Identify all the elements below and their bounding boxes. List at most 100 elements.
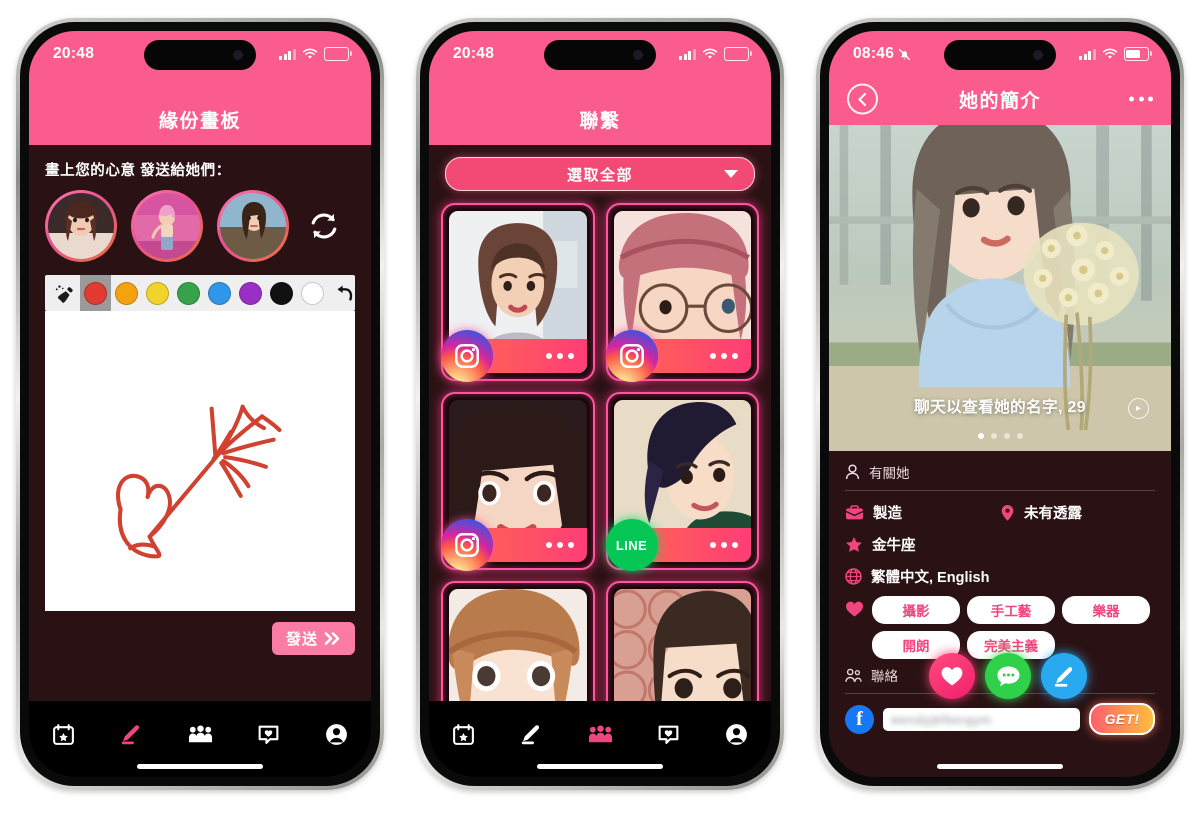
- pen-icon: [1054, 666, 1072, 687]
- status-time-label: 08:46: [853, 45, 895, 62]
- refresh-icon[interactable]: [307, 209, 341, 243]
- dot-2: [990, 433, 997, 439]
- instagram-badge[interactable]: [441, 519, 493, 571]
- ellipsis-icon[interactable]: [545, 542, 574, 548]
- facts-row-3: 繁體中文, English: [845, 555, 1155, 587]
- swatch-black: [270, 281, 293, 305]
- send-button[interactable]: 發送: [271, 622, 355, 655]
- ellipsis-icon[interactable]: [710, 542, 738, 548]
- people-icon: [188, 724, 212, 742]
- fact-location: 未有透露: [1000, 502, 1082, 523]
- color-swatch-orange[interactable]: [111, 275, 142, 311]
- people-icon: [588, 724, 612, 742]
- swatch-orange: [115, 281, 138, 305]
- interest-tag[interactable]: 樂器: [1062, 596, 1150, 624]
- location-pin-icon: [1001, 504, 1014, 521]
- color-swatch-blue[interactable]: [204, 275, 235, 311]
- undo-tool[interactable]: [328, 275, 359, 311]
- tab-calendar[interactable]: [29, 717, 97, 751]
- person-circle-icon: [326, 723, 348, 745]
- tab-draw[interactable]: [497, 717, 565, 751]
- color-swatch-green[interactable]: [173, 275, 204, 311]
- tab-people[interactable]: [566, 717, 634, 751]
- line-badge-label: LINE: [615, 537, 648, 553]
- back-button[interactable]: [847, 83, 878, 115]
- signal-icon: [679, 48, 696, 60]
- avatar-2[interactable]: [131, 190, 203, 262]
- page-title: 緣份畫板: [158, 111, 241, 132]
- swatch-purple: [239, 281, 262, 305]
- page-title: 聯繫: [579, 111, 621, 132]
- contact-card[interactable]: [605, 203, 759, 382]
- dynamic-island: [144, 40, 256, 70]
- interest-tag[interactable]: 手工藝: [967, 596, 1055, 624]
- color-swatch-red[interactable]: [80, 275, 111, 311]
- facebook-icon[interactable]: f: [845, 704, 874, 734]
- color-palette-toolbar[interactable]: [45, 275, 355, 311]
- battery-icon: [724, 47, 752, 61]
- double-chevron-right-icon: [324, 632, 340, 645]
- battery-icon: [324, 47, 352, 61]
- line-badge[interactable]: LINE: [605, 519, 658, 571]
- ellipsis-icon[interactable]: [1129, 96, 1153, 102]
- tab-draw[interactable]: [97, 717, 165, 751]
- drawing-canvas[interactable]: [45, 311, 355, 611]
- tab-likes[interactable]: [634, 717, 702, 751]
- photo-pagination-dots[interactable]: [829, 433, 1171, 439]
- ellipsis-icon[interactable]: [545, 353, 574, 359]
- ellipsis-icon[interactable]: [710, 353, 738, 359]
- contact-card[interactable]: [441, 392, 595, 571]
- contact-card[interactable]: [441, 203, 595, 382]
- select-all-dropdown[interactable]: 選取全部: [445, 157, 755, 191]
- facebook-handle-field[interactable]: wendyjkfbergym: [883, 707, 1080, 731]
- tab-calendar[interactable]: [429, 717, 497, 751]
- tab-profile[interactable]: [303, 717, 371, 751]
- facts-row-2: 金牛座: [845, 523, 1155, 555]
- color-swatch-yellow[interactable]: [142, 275, 173, 311]
- interest-tag[interactable]: 攝影: [872, 596, 960, 624]
- briefcase-icon: [845, 504, 864, 519]
- get-button-label: GET!: [1104, 711, 1140, 727]
- facebook-handle-value: wendyjkfbergym: [891, 712, 992, 727]
- like-button[interactable]: [929, 653, 975, 699]
- tab-likes[interactable]: [234, 717, 302, 751]
- bell-muted-icon: [898, 48, 911, 60]
- tab-profile[interactable]: [703, 717, 771, 751]
- status-time: 20:48: [453, 45, 495, 62]
- dynamic-island: [544, 40, 656, 70]
- calendar-star-icon: [452, 723, 474, 745]
- message-button[interactable]: [985, 653, 1031, 699]
- contact-label: 聯絡: [871, 669, 898, 684]
- tab-people[interactable]: [166, 717, 234, 751]
- instagram-badge[interactable]: [441, 330, 493, 382]
- contact-card[interactable]: LINE: [605, 392, 759, 571]
- facebook-row: f wendyjkfbergym GET!: [845, 694, 1155, 735]
- heart-message-icon: [658, 725, 679, 744]
- home-indicator: [937, 764, 1063, 769]
- wifi-icon: [302, 48, 318, 59]
- swatch-blue: [208, 281, 231, 305]
- fact-language-label: 繁體中文, English: [871, 570, 990, 586]
- profile-hero-photo[interactable]: 聊天以查看她的名字, 29 ▸: [829, 125, 1171, 451]
- instagram-badge[interactable]: [605, 330, 658, 382]
- phone-1-screen: 20:48 緣份畫板 畫上您的心意 發送給她們： 發送: [29, 31, 371, 777]
- instagram-icon: [455, 344, 479, 368]
- undo-icon: [337, 285, 352, 301]
- profile-name-line: 聊天以查看她的名字, 29: [914, 399, 1086, 416]
- color-swatch-white[interactable]: [297, 275, 328, 311]
- avatar-3[interactable]: [217, 190, 289, 262]
- draw-button[interactable]: [1041, 653, 1087, 699]
- info-circle-icon[interactable]: ▸: [1128, 398, 1149, 419]
- swatch-red: [84, 281, 107, 305]
- phone-1-header: 緣份畫板: [29, 73, 371, 145]
- status-time: 20:48: [53, 45, 95, 62]
- phone-2: 20:48 聯繫 選取全部 LINE: [416, 18, 784, 790]
- about-section-header: 有關她: [845, 451, 1155, 482]
- color-swatch-purple[interactable]: [235, 275, 266, 311]
- color-swatch-black[interactable]: [266, 275, 297, 311]
- brush-tool[interactable]: [49, 275, 80, 311]
- get-button[interactable]: GET!: [1089, 703, 1155, 735]
- fact-zodiac-label: 金牛座: [872, 538, 916, 554]
- phone-2-header: 聯繫: [429, 73, 771, 145]
- avatar-1[interactable]: [45, 190, 117, 262]
